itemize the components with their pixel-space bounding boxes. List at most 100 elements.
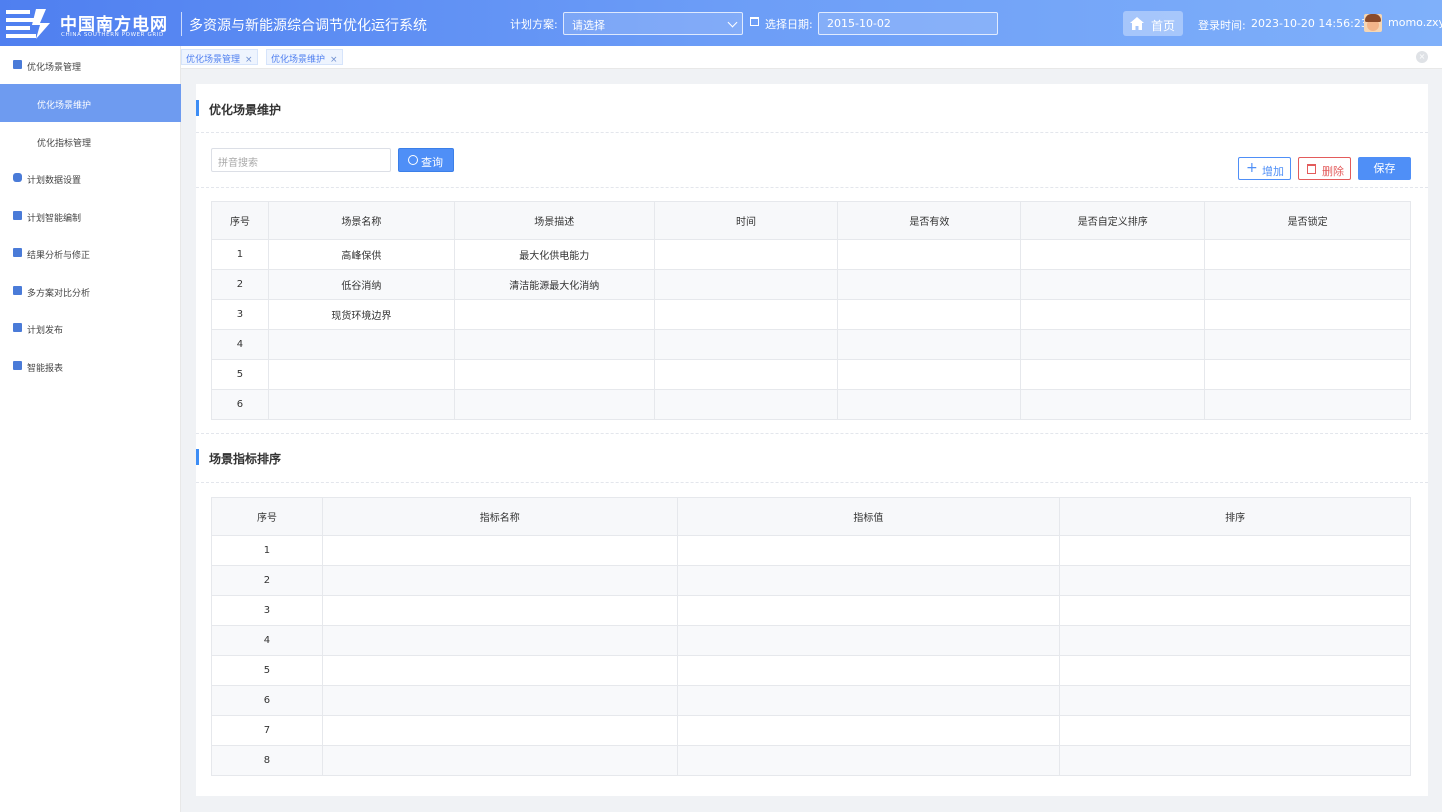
table-cell[interactable] <box>321 685 678 716</box>
table-cell[interactable]: 6 <box>211 685 323 716</box>
table-cell[interactable] <box>676 625 1061 656</box>
table-cell[interactable]: 8 <box>211 745 323 776</box>
table-cell[interactable]: 最大化供电能力 <box>453 239 655 270</box>
save-button[interactable]: 保存 <box>1358 157 1411 180</box>
table-cell[interactable]: 2 <box>211 565 323 596</box>
table-cell[interactable] <box>676 715 1061 746</box>
table-cell[interactable] <box>1020 299 1206 330</box>
username[interactable]: momo.zxy <box>1388 16 1442 29</box>
table-row[interactable]: 5 <box>211 655 1411 686</box>
table-cell[interactable] <box>1020 239 1206 270</box>
table-row[interactable]: 4 <box>211 625 1411 656</box>
tab-scene-management[interactable]: 优化场景管理 × <box>181 49 258 65</box>
table-row[interactable]: 8 <box>211 745 1411 776</box>
column-header[interactable]: 序号 <box>211 497 323 536</box>
table-cell[interactable] <box>1059 715 1411 746</box>
table-cell[interactable] <box>453 329 655 360</box>
table-cell[interactable] <box>1204 299 1411 330</box>
table-cell[interactable] <box>1059 535 1411 566</box>
close-icon[interactable]: × <box>330 55 338 65</box>
sidebar-item-scene-management[interactable]: 优化场景管理 <box>0 46 181 84</box>
table-cell[interactable] <box>653 239 839 270</box>
table-cell[interactable] <box>453 389 655 420</box>
table-cell[interactable] <box>653 359 839 390</box>
table-cell[interactable] <box>321 745 678 776</box>
table-row[interactable]: 3 现货环境边界 <box>211 299 1411 330</box>
avatar[interactable] <box>1364 14 1382 32</box>
table-cell[interactable] <box>1059 655 1411 686</box>
table-cell[interactable]: 7 <box>211 715 323 746</box>
table-cell[interactable]: 5 <box>211 655 323 686</box>
sidebar-item-result-analysis[interactable]: 结果分析与修正 <box>0 234 181 272</box>
table-cell[interactable] <box>837 299 1022 330</box>
table-cell[interactable]: 1 <box>211 239 269 270</box>
table-cell[interactable]: 5 <box>211 359 269 390</box>
table-cell[interactable] <box>653 329 839 360</box>
table-cell[interactable] <box>676 535 1061 566</box>
table-cell[interactable] <box>837 359 1022 390</box>
table-row[interactable]: 6 <box>211 389 1411 420</box>
table-row[interactable]: 1 <box>211 535 1411 566</box>
sidebar-item-smart-report[interactable]: 智能报表 <box>0 347 181 385</box>
table-cell[interactable] <box>653 389 839 420</box>
tab-scene-maintenance[interactable]: 优化场景维护 × <box>266 49 343 65</box>
table-row[interactable]: 5 <box>211 359 1411 390</box>
pinyin-search-input[interactable]: 拼音搜索 <box>211 148 391 172</box>
table-row[interactable]: 6 <box>211 685 1411 716</box>
home-button[interactable]: 首页 <box>1123 11 1183 36</box>
table-cell[interactable] <box>653 269 839 300</box>
column-header[interactable]: 排序 <box>1059 497 1411 536</box>
table-cell[interactable] <box>837 329 1022 360</box>
table-cell[interactable] <box>1059 595 1411 626</box>
table-cell[interactable] <box>321 535 678 566</box>
table-cell[interactable]: 低谷消纳 <box>267 269 455 300</box>
column-header[interactable]: 场景名称 <box>267 201 455 240</box>
table-row[interactable]: 1 高峰保供 最大化供电能力 <box>211 239 1411 270</box>
table-row[interactable]: 7 <box>211 715 1411 746</box>
sidebar-item-scene-maintenance[interactable]: 优化场景维护 <box>0 84 181 122</box>
table-cell[interactable] <box>653 299 839 330</box>
table-row[interactable]: 3 <box>211 595 1411 626</box>
sidebar-item-plan-compilation[interactable]: 计划智能编制 <box>0 197 181 235</box>
table-cell[interactable] <box>837 389 1022 420</box>
sidebar-item-indicator-management[interactable]: 优化指标管理 <box>0 122 181 160</box>
table-cell[interactable] <box>453 299 655 330</box>
table-cell[interactable]: 现货环境边界 <box>267 299 455 330</box>
column-header[interactable]: 是否有效 <box>837 201 1022 240</box>
table-cell[interactable] <box>1020 359 1206 390</box>
table-cell[interactable] <box>267 389 455 420</box>
table-cell[interactable]: 4 <box>211 625 323 656</box>
table-cell[interactable] <box>321 625 678 656</box>
sidebar-item-plan-publish[interactable]: 计划发布 <box>0 309 181 347</box>
table-cell[interactable]: 3 <box>211 299 269 330</box>
table-cell[interactable] <box>676 655 1061 686</box>
table-cell[interactable] <box>1204 359 1411 390</box>
sidebar-item-plan-data-settings[interactable]: 计划数据设置 <box>0 159 181 197</box>
table-cell[interactable] <box>1020 389 1206 420</box>
table-cell[interactable] <box>321 655 678 686</box>
close-icon[interactable]: × <box>245 55 253 65</box>
table-cell[interactable] <box>1204 389 1411 420</box>
column-header[interactable]: 指标名称 <box>321 497 678 536</box>
plan-select[interactable]: 请选择 <box>563 12 743 35</box>
table-cell[interactable] <box>837 239 1022 270</box>
add-button[interactable]: + 增加 <box>1238 157 1291 180</box>
date-input[interactable]: 2015-10-02 <box>818 12 998 35</box>
table-row[interactable]: 4 <box>211 329 1411 360</box>
table-cell[interactable] <box>1020 269 1206 300</box>
table-cell[interactable] <box>676 595 1061 626</box>
table-cell[interactable] <box>1059 685 1411 716</box>
table-cell[interactable] <box>267 359 455 390</box>
table-cell[interactable] <box>1059 745 1411 776</box>
table-cell[interactable] <box>1059 565 1411 596</box>
column-header[interactable]: 指标值 <box>676 497 1061 536</box>
query-button[interactable]: 查询 <box>398 148 454 172</box>
table-cell[interactable]: 3 <box>211 595 323 626</box>
column-header[interactable]: 场景描述 <box>453 201 655 240</box>
column-header[interactable]: 是否锁定 <box>1204 201 1411 240</box>
table-cell[interactable] <box>453 359 655 390</box>
table-cell[interactable] <box>1020 329 1206 360</box>
column-header[interactable]: 是否自定义排序 <box>1020 201 1206 240</box>
delete-button[interactable]: 删除 <box>1298 157 1351 180</box>
close-all-tabs-icon[interactable]: × <box>1416 51 1428 63</box>
